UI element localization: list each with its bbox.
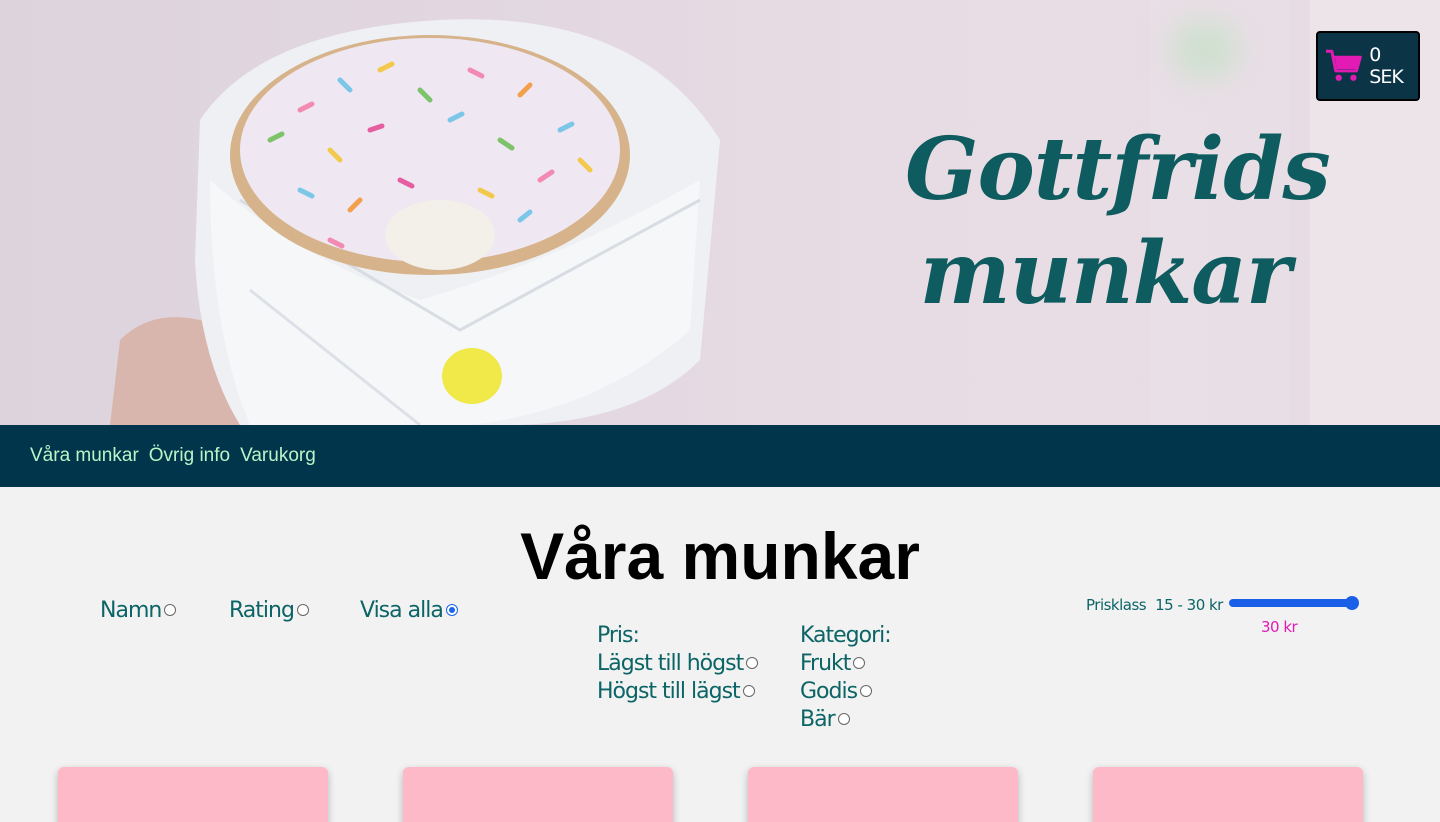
price-low-high-label: Lägst till högst bbox=[597, 651, 744, 676]
hero-background-plant bbox=[1170, 20, 1240, 80]
sort-rating-label: Rating bbox=[229, 598, 295, 623]
product-card[interactable] bbox=[1093, 767, 1363, 822]
category-godis-radio[interactable] bbox=[860, 685, 873, 697]
price-filter-label: Prisklass bbox=[1086, 596, 1147, 614]
nav-item-varukorg[interactable]: Varukorg bbox=[240, 445, 316, 467]
product-card[interactable] bbox=[748, 767, 1018, 822]
page-title: Våra munkar bbox=[520, 519, 920, 593]
hero-banner: Gottfrids munkar 0 SEK bbox=[0, 0, 1440, 425]
sort-rating-option[interactable]: Rating bbox=[229, 598, 309, 623]
price-slider-handle[interactable] bbox=[1344, 596, 1359, 610]
price-sort-heading: Pris: bbox=[597, 623, 640, 648]
sort-name-label: Namn bbox=[100, 598, 162, 623]
category-bar-label: Bär bbox=[800, 707, 836, 732]
price-slider[interactable] bbox=[1228, 596, 1359, 610]
category-bar-radio[interactable] bbox=[837, 713, 850, 725]
sort-name-radio[interactable] bbox=[164, 604, 177, 616]
sort-show-all-option[interactable]: Visa alla bbox=[360, 598, 458, 623]
nav-item-vara-munkar[interactable]: Våra munkar bbox=[30, 445, 139, 467]
category-bar-option[interactable]: Bär bbox=[800, 706, 891, 734]
price-low-high-option[interactable]: Lägst till högst bbox=[597, 650, 759, 678]
brand-title-line2: munkar bbox=[919, 223, 1292, 324]
main-nav: Våra munkar Övrig info Varukorg bbox=[0, 425, 1440, 487]
sort-show-all-label: Visa alla bbox=[360, 598, 444, 623]
cart-total: 0 SEK bbox=[1369, 44, 1404, 88]
category-godis-label: Godis bbox=[800, 679, 858, 704]
category-godis-option[interactable]: Godis bbox=[800, 678, 891, 706]
donut-photo bbox=[110, 19, 720, 425]
price-filter-range: 15 - 30 kr bbox=[1155, 596, 1223, 614]
category-frukt-option[interactable]: Frukt bbox=[800, 650, 891, 678]
price-high-low-option[interactable]: Högst till lägst bbox=[597, 678, 758, 706]
category-frukt-label: Frukt bbox=[800, 651, 851, 676]
brand-title-line1: Gottfrids bbox=[905, 119, 1331, 220]
product-card[interactable] bbox=[403, 767, 673, 822]
sort-show-all-radio[interactable] bbox=[445, 604, 458, 616]
brand-title: Gottfrids munkar bbox=[905, 118, 1331, 326]
price-high-low-label: Högst till lägst bbox=[597, 679, 741, 704]
price-high-low-radio[interactable] bbox=[742, 685, 755, 697]
price-filter: Prisklass 15 - 30 kr bbox=[1086, 596, 1359, 614]
cart-button[interactable]: 0 SEK bbox=[1316, 31, 1420, 101]
nav-item-ovrig-info[interactable]: Övrig info bbox=[149, 445, 230, 467]
sort-rating-radio[interactable] bbox=[296, 604, 309, 616]
sort-name-option[interactable]: Namn bbox=[100, 598, 177, 623]
price-sort-group: Pris: Lägst till högst Högst till lägst bbox=[597, 622, 759, 706]
category-heading: Kategori: bbox=[800, 623, 892, 648]
category-group: Kategori: Frukt Godis Bär bbox=[800, 622, 892, 734]
shopping-cart-icon bbox=[1325, 49, 1362, 81]
price-low-high-radio[interactable] bbox=[746, 657, 759, 669]
category-frukt-radio[interactable] bbox=[853, 657, 866, 669]
price-slider-value: 30 kr bbox=[1261, 618, 1298, 636]
product-card[interactable] bbox=[58, 767, 328, 822]
